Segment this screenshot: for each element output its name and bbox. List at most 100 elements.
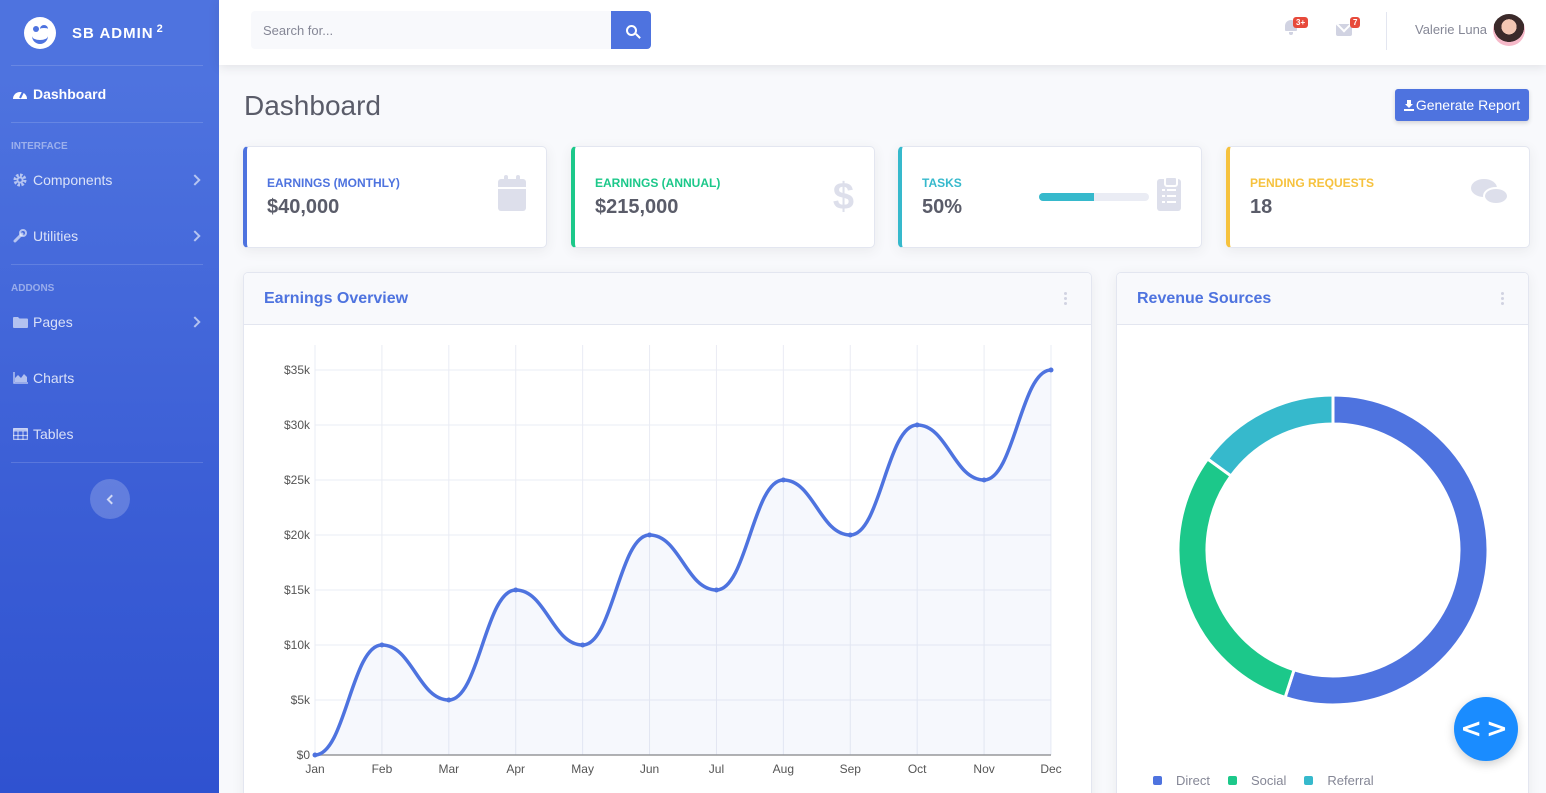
messages-badge: 7 [1350,17,1361,28]
search-icon [625,24,637,36]
sidebar: SB ADMIN 2 Dashboard Interface Components… [0,0,219,793]
data-point[interactable] [647,532,653,538]
data-point[interactable] [981,477,987,483]
comments-icon [1471,179,1509,209]
x-tick-label: Nov [973,762,994,776]
wrench-icon [12,229,28,243]
card-header: Revenue Sources [1117,273,1528,325]
data-point[interactable] [780,477,786,483]
sidebar-toggle-button[interactable] [89,479,130,519]
code-toggle-button[interactable]: <> [1454,697,1518,761]
clipboard-icon [1157,176,1181,211]
sidebar-item-charts[interactable]: Charts [0,350,219,406]
x-tick-label: Jul [709,762,724,776]
y-tick-label: $35k [284,363,311,377]
sidebar-item-label: Charts [33,370,75,386]
stat-value: 18 [1250,196,1273,218]
area-chart-icon [12,371,28,385]
topbar-divider [1386,12,1387,50]
topbar: 3+ 7 Valerie Luna [219,0,1546,65]
stat-card-pending-requests: Pending Requests 18 [1226,146,1530,248]
dollar-icon: $ [832,176,854,218]
stat-card-earnings-annual: Earnings (Annual) $215,000 $ [571,146,875,248]
chart-legend: Direct Social Referral [1153,773,1374,788]
sidebar-item-tables[interactable]: Tables [0,406,219,462]
revenue-donut-chart [1176,393,1490,707]
chevron-right-icon [189,174,201,186]
folder-icon [12,315,28,329]
sidebar-item-pages[interactable]: Pages [0,294,219,350]
legend-label: Social [1250,773,1287,788]
more-options-icon[interactable] [1060,288,1071,309]
card-title: Revenue Sources [1137,289,1272,307]
data-point[interactable] [312,752,318,758]
tasks-progress-bar [1039,193,1149,201]
legend-swatch [1227,776,1237,785]
chevron-left-icon [106,494,116,504]
data-point[interactable] [580,642,586,648]
x-tick-label: Jan [305,762,324,776]
data-point[interactable] [847,532,853,538]
pie-slice-referral[interactable] [1205,393,1335,479]
cog-icon [12,173,28,187]
tasks-progress-fill [1039,193,1094,201]
stat-card-earnings-monthly: Earnings (Monthly) $40,000 [243,146,547,248]
topbar-search [251,11,651,49]
avatar[interactable] [1493,14,1525,46]
chevron-right-icon [189,316,201,328]
data-point[interactable] [1048,367,1054,373]
legend-item-referral: Referral [1304,773,1374,788]
legend-label: Referral [1327,773,1374,788]
code-brackets-icon: <> [1460,714,1512,744]
sidebar-item-utilities[interactable]: Utilities [0,208,219,264]
earnings-overview-card: Earnings Overview $0 $5k $10k $15k $20k $25k $… [243,272,1092,793]
data-point[interactable] [446,697,452,703]
calendar-icon [498,175,526,211]
data-point[interactable] [513,587,519,593]
x-tick-label: Mar [438,762,459,776]
data-point[interactable] [379,642,385,648]
generate-report-button[interactable]: Generate Report [1395,89,1529,121]
y-tick-label: $15k [284,583,311,597]
x-tick-label: Dec [1040,762,1061,776]
y-tick-label: $30k [284,418,311,432]
more-options-icon[interactable] [1497,288,1508,309]
sidebar-item-label: Pages [33,314,73,330]
x-tick-label: May [571,762,594,776]
sidebar-item-label: Components [33,172,113,188]
x-tick-label: Aug [773,762,794,776]
chevron-right-icon [189,230,201,242]
stat-value: $40,000 [267,196,340,218]
table-icon [12,427,28,441]
search-button[interactable] [611,11,651,49]
y-tick-label: $0 [297,748,311,762]
x-tick-label: Sep [840,762,862,776]
brand-logo-icon [24,16,56,49]
sidebar-item-components[interactable]: Components [0,152,219,208]
sidebar-item-dashboard[interactable]: Dashboard [0,66,219,122]
stat-card-tasks: Tasks 50% [898,146,1202,248]
brand-name: SB ADMIN 2 [72,23,164,42]
pie-slice-social[interactable] [1176,456,1296,700]
stat-label: Earnings (Annual) [595,176,721,190]
legend-label: Direct [1176,773,1210,788]
legend-swatch [1153,776,1162,785]
y-tick-label: $25k [284,473,311,487]
download-icon [1403,99,1414,111]
alerts-badge: 3+ [1293,17,1309,28]
y-tick-label: $20k [284,528,311,542]
card-title: Earnings Overview [264,289,409,307]
search-input[interactable] [251,11,611,49]
card-header: Earnings Overview [244,273,1091,325]
brand-link[interactable]: SB ADMIN 2 [0,0,219,65]
sidebar-item-label: Tables [33,426,74,442]
data-point[interactable] [713,587,719,593]
x-tick-label: Jun [640,762,659,776]
user-name[interactable]: Valerie Luna [1415,22,1487,37]
pie-slice-direct[interactable] [1283,393,1490,707]
earnings-area-chart: $0 $5k $10k $15k $20k $25k $30k $35k Jan Feb Mar Ap… [284,345,1062,776]
stat-value: $215,000 [595,196,679,218]
sidebar-divider [11,462,203,463]
data-point[interactable] [914,422,920,428]
stat-label: Pending Requests [1250,176,1375,190]
